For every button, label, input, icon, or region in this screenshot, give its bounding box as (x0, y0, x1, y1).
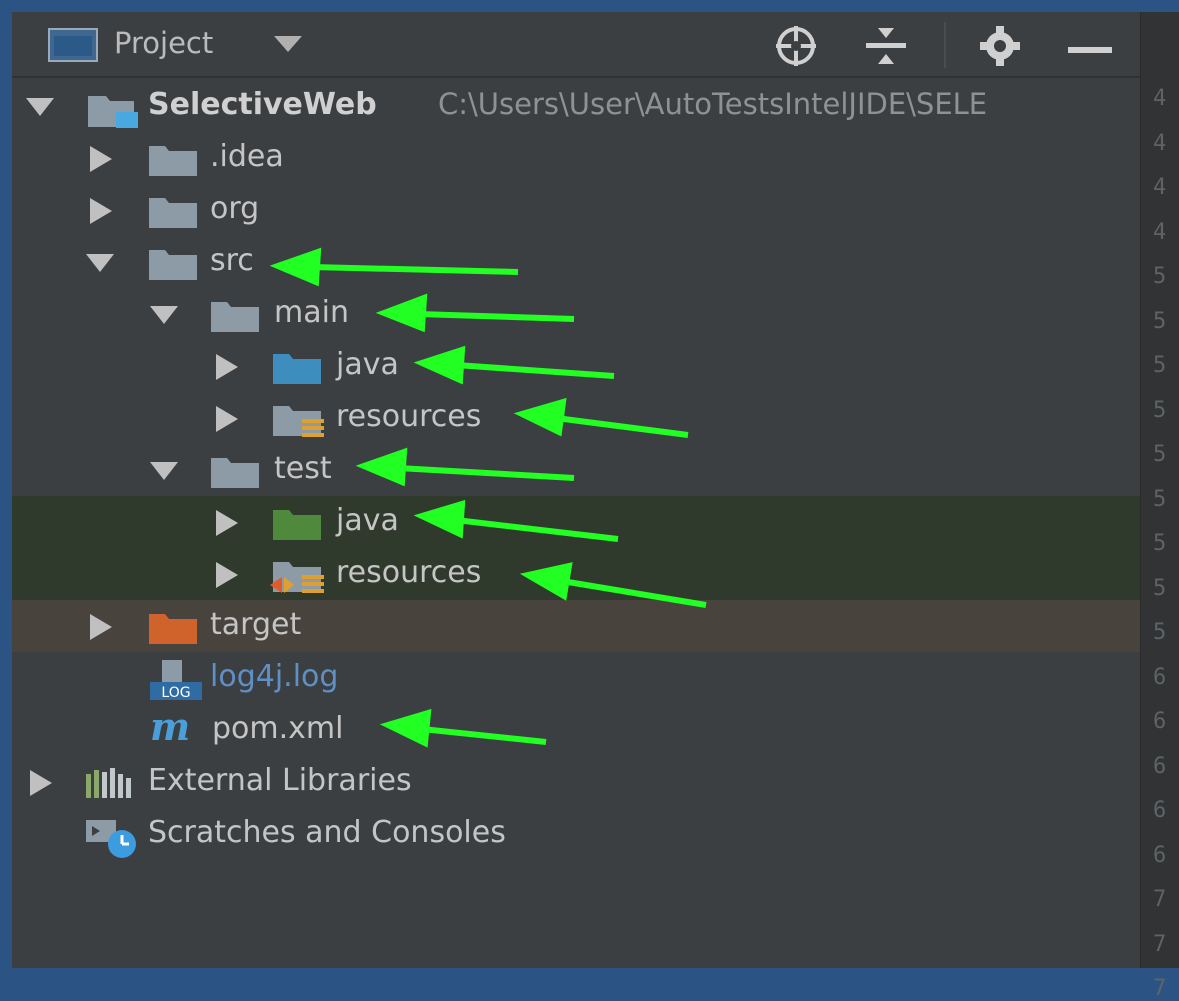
collapsed-arrow-icon[interactable] (90, 614, 112, 644)
maven-icon: m (150, 704, 202, 752)
tree-row-test[interactable]: test (12, 444, 1140, 496)
tree-item-label: .idea (210, 139, 284, 174)
tree-row-src[interactable]: src (12, 236, 1140, 288)
module-folder-icon (86, 90, 140, 134)
project-tool-window: Project SelectiveWeb C:\Users\User\AutoT… (12, 12, 1179, 968)
tree-item-label: org (210, 191, 260, 226)
test-folder-icon (272, 507, 322, 545)
tree-item-label: log4j.log (210, 659, 339, 694)
line-number: 4 (1153, 219, 1167, 245)
tree-item-label: main (274, 295, 349, 330)
line-number: 7 (1153, 976, 1167, 1001)
line-number: 7 (1153, 931, 1167, 957)
line-number: 7 (1153, 887, 1167, 912)
tree-row-scratches[interactable]: Scratches and Consoles (12, 808, 1140, 860)
line-number: 5 (1153, 397, 1167, 423)
expanded-arrow-icon[interactable] (86, 254, 114, 278)
tree-row-external-libraries[interactable]: External Libraries (12, 756, 1140, 808)
collapsed-arrow-icon[interactable] (216, 406, 238, 436)
tree-item-label: Scratches and Consoles (148, 815, 506, 850)
tree-row-log-file[interactable]: LOG log4j.log (12, 652, 1140, 704)
collapsed-arrow-icon[interactable] (216, 354, 238, 384)
line-number: 6 (1153, 842, 1167, 868)
scratches-icon (84, 816, 140, 864)
minimize-icon[interactable] (1068, 40, 1112, 59)
line-number: 5 (1153, 531, 1167, 556)
libraries-icon (84, 766, 138, 804)
tree-item-label: target (210, 607, 302, 642)
source-folder-icon (272, 351, 322, 389)
tree-item-label: java (336, 503, 399, 538)
tree-row-main[interactable]: main (12, 288, 1140, 340)
line-number: 5 (1153, 442, 1167, 467)
toolbar-separator (944, 22, 946, 68)
line-number: 5 (1153, 308, 1167, 334)
tree-row-pom[interactable]: m pom.xml (12, 704, 1140, 756)
tree-row-target[interactable]: target (12, 600, 1140, 652)
tree-item-label: test (274, 451, 332, 486)
line-number: 5 (1153, 353, 1167, 378)
svg-text:m: m (150, 708, 190, 748)
line-number: 4 (1153, 86, 1167, 111)
line-number: 6 (1153, 798, 1167, 823)
expanded-arrow-icon[interactable] (26, 98, 54, 122)
project-view-icon (48, 28, 98, 66)
tree-row-root[interactable]: SelectiveWeb C:\Users\User\AutoTestsInte… (12, 80, 1140, 132)
line-number: 6 (1153, 709, 1167, 734)
folder-icon (210, 455, 260, 493)
resources-folder-icon (272, 403, 328, 443)
svg-text:LOG: LOG (161, 685, 190, 701)
folder-icon (148, 143, 198, 181)
tree-item-label: src (210, 243, 254, 278)
log-file-icon: LOG (148, 658, 204, 706)
project-tree: SelectiveWeb C:\Users\User\AutoTestsInte… (12, 80, 1140, 968)
tree-item-label: External Libraries (148, 763, 412, 798)
tree-row-main-java[interactable]: java (12, 340, 1140, 392)
collapsed-arrow-icon[interactable] (216, 510, 238, 540)
tree-item-label: resources (336, 555, 482, 590)
project-root-name: SelectiveWeb (148, 87, 377, 122)
tree-row-org[interactable]: org (12, 184, 1140, 236)
folder-icon (148, 195, 198, 233)
excluded-folder-icon (148, 611, 198, 649)
tree-item-label: pom.xml (212, 711, 344, 746)
project-root-path: C:\Users\User\AutoTestsIntelJIDE\SELE (438, 87, 988, 121)
locate-crosshair-icon[interactable] (772, 24, 820, 72)
line-number: 4 (1153, 130, 1167, 156)
gear-icon[interactable] (978, 26, 1022, 70)
tree-row-test-java[interactable]: java (12, 496, 1140, 548)
line-number: 6 (1153, 664, 1167, 690)
line-number: 5 (1153, 575, 1167, 601)
folder-icon (210, 299, 260, 337)
collapse-all-icon[interactable] (864, 26, 908, 70)
tree-item-label: java (336, 347, 399, 382)
collapsed-arrow-icon[interactable] (216, 562, 238, 592)
project-toolbar: Project (12, 12, 1140, 78)
line-number: 5 (1153, 486, 1167, 512)
line-number: 5 (1153, 620, 1167, 645)
line-number: 6 (1153, 753, 1167, 779)
tree-item-label: resources (336, 399, 482, 434)
line-number: 4 (1153, 175, 1167, 200)
tree-row-test-resources[interactable]: resources (12, 548, 1140, 600)
test-resources-folder-icon (270, 559, 328, 601)
tree-row-main-resources[interactable]: resources (12, 392, 1140, 444)
expanded-arrow-icon[interactable] (150, 306, 178, 330)
dropdown-caret-icon[interactable] (274, 36, 302, 58)
expanded-arrow-icon[interactable] (150, 462, 178, 486)
line-number: 5 (1153, 264, 1167, 289)
collapsed-arrow-icon[interactable] (30, 770, 52, 800)
collapsed-arrow-icon[interactable] (90, 146, 112, 176)
folder-icon (148, 247, 198, 285)
tree-row-idea[interactable]: .idea (12, 132, 1140, 184)
collapsed-arrow-icon[interactable] (90, 198, 112, 228)
panel-title[interactable]: Project (114, 26, 213, 60)
